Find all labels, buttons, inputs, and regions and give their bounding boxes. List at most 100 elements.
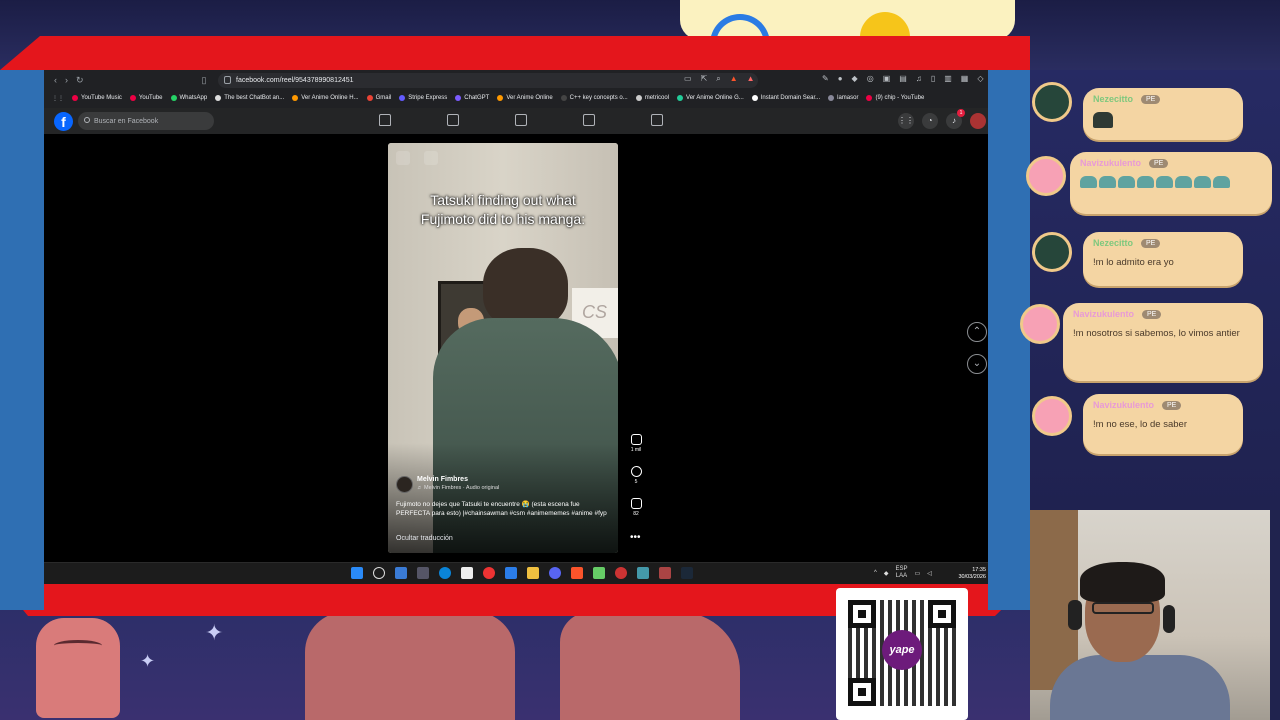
vpn-icon[interactable]: ◇: [977, 74, 983, 83]
emote-icon: [1137, 176, 1154, 188]
zoom-icon[interactable]: ⌕: [716, 74, 720, 84]
brave-rewards-icon[interactable]: ▲: [747, 74, 755, 84]
user-avatar-cat: [1032, 232, 1072, 272]
bookmark-item[interactable]: YouTube Music: [72, 95, 122, 101]
pen-extension-icon[interactable]: ✎: [822, 74, 829, 83]
bookmark-item[interactable]: C++ key concepts o...: [560, 95, 628, 101]
bookmark-item[interactable]: WhatsApp: [170, 95, 207, 101]
like-button[interactable]: 1 mil: [626, 434, 646, 466]
comment-button[interactable]: 5: [626, 466, 646, 498]
steam-icon[interactable]: [681, 567, 693, 579]
marketplace-icon[interactable]: [515, 114, 527, 126]
cast-icon[interactable]: ▭: [684, 74, 692, 84]
brave-shields-icon[interactable]: ▲: [730, 74, 738, 84]
search-icon[interactable]: [373, 567, 385, 579]
notepad-icon[interactable]: [461, 567, 473, 579]
volume-icon[interactable]: ◁: [927, 570, 932, 577]
extension-icon[interactable]: ◆: [852, 74, 858, 83]
anime-site-icon: [497, 95, 504, 101]
reel-video[interactable]: CS Tatsuki finding out what Fujimoto did…: [388, 143, 618, 553]
task-view-icon[interactable]: [417, 567, 429, 579]
extension-icon[interactable]: ◎: [867, 74, 874, 83]
app-tray-icon[interactable]: ◆: [884, 570, 889, 577]
megaphone-icon[interactable]: [583, 114, 595, 126]
reload-icon[interactable]: ↻: [76, 75, 84, 86]
flag-icon[interactable]: [447, 114, 459, 126]
bookmark-item[interactable]: Stripe Express: [399, 95, 447, 101]
domain-search-icon: [751, 95, 758, 101]
app-icon[interactable]: [615, 567, 627, 579]
pause-icon[interactable]: [396, 151, 410, 165]
chatgpt-icon: [455, 95, 462, 101]
bookmark-item[interactable]: Ver Anime Online: [497, 95, 553, 101]
bookmark-item[interactable]: The best ChatBot an...: [215, 95, 284, 101]
taskbar-clock[interactable]: 17:35 30/03/2026: [952, 567, 986, 581]
share-icon[interactable]: ⇱: [701, 74, 708, 84]
bookmark-star-icon[interactable]: ▯: [202, 75, 207, 86]
next-reel-button[interactable]: ⌄: [967, 354, 987, 374]
puzzle-icon[interactable]: ▦: [961, 74, 969, 83]
bookmark-item[interactable]: Ver Anime Online H...: [292, 95, 359, 101]
home-icon[interactable]: [379, 114, 391, 126]
network-icon[interactable]: ▭: [914, 570, 920, 577]
app-icon[interactable]: [659, 567, 671, 579]
bookmark-item[interactable]: Instant Domain Sear...: [751, 95, 820, 101]
forward-icon[interactable]: ›: [65, 75, 68, 85]
facebook-logo[interactable]: f: [54, 112, 73, 131]
vscode-icon[interactable]: [505, 567, 517, 579]
bookmark-item[interactable]: Ver Anime Online G...: [677, 95, 744, 101]
author-avatar[interactable]: [396, 476, 413, 493]
stream-chat: Nezecitto PE Navizukulento PE Nezecitto PE …: [1020, 70, 1280, 510]
bookmark-item[interactable]: ChatGPT: [455, 95, 489, 101]
site-info-icon[interactable]: [224, 76, 231, 84]
emote-icon: [1175, 176, 1192, 188]
previous-reel-button[interactable]: ⌃: [967, 322, 987, 342]
author-name[interactable]: Melvin Fimbres: [417, 476, 499, 483]
volume-icon[interactable]: [424, 151, 438, 165]
share-button[interactable]: 82: [626, 498, 646, 530]
chat-message: Navizukulento PE: [1070, 152, 1272, 214]
windows-start-icon[interactable]: [351, 567, 363, 579]
opera-icon[interactable]: [483, 567, 495, 579]
browser-chrome: ‹ › ↻ ▯ facebook.com/reel/95437899081245…: [44, 70, 988, 108]
extension-icon[interactable]: ▤: [899, 74, 907, 83]
app-icon[interactable]: [637, 567, 649, 579]
reel-author[interactable]: Melvin Fimbres ♬ Melvin Fimbres · Audio …: [396, 476, 499, 493]
bookmark-item[interactable]: Gmail: [366, 95, 391, 101]
media-icon[interactable]: ♫: [916, 74, 922, 83]
apps-grid-icon[interactable]: ⋮⋮: [52, 95, 64, 102]
app-icon[interactable]: [593, 567, 605, 579]
sidebar-icon[interactable]: ▥: [944, 74, 952, 83]
audio-label[interactable]: ♬ Melvin Fimbres · Audio original: [417, 485, 499, 491]
chatbot-icon: [215, 95, 222, 101]
stream-frame-top: [0, 36, 1030, 70]
reading-list-icon[interactable]: ▯: [931, 74, 935, 83]
discord-icon[interactable]: [549, 567, 561, 579]
hide-translation-link[interactable]: Ocultar traducción: [396, 535, 453, 542]
file-explorer-icon[interactable]: [527, 567, 539, 579]
search-placeholder: Buscar en Facebook: [94, 117, 159, 125]
stream-frame-left: [0, 70, 44, 610]
youtube-music-icon: [72, 95, 78, 101]
more-options-button[interactable]: •••: [630, 532, 641, 543]
widgets-icon[interactable]: [395, 567, 407, 579]
profile-avatar[interactable]: [970, 113, 986, 129]
bookmark-item[interactable]: (9) chip - YouTube: [866, 95, 924, 101]
brave-icon[interactable]: [571, 567, 583, 579]
messenger-icon[interactable]: ◔: [922, 113, 938, 129]
gaming-icon[interactable]: [651, 114, 663, 126]
facebook-search-input[interactable]: Buscar en Facebook: [78, 112, 214, 130]
bookmark-item[interactable]: YouTube: [129, 95, 163, 101]
edge-icon[interactable]: [439, 567, 451, 579]
qr-finder: [848, 600, 876, 628]
chevron-up-icon[interactable]: ^: [874, 570, 877, 576]
extension-icon[interactable]: ●: [838, 74, 843, 83]
bookmark-item[interactable]: metricool: [635, 95, 669, 101]
address-bar[interactable]: facebook.com/reel/954378990812451: [218, 73, 758, 88]
extension-icon[interactable]: ▣: [883, 74, 891, 83]
language-indicator[interactable]: ESP LAA: [895, 566, 907, 580]
back-icon[interactable]: ‹: [54, 75, 57, 85]
bookmark-item[interactable]: lamasor: [828, 95, 858, 101]
menu-grid-icon[interactable]: ⋮⋮: [898, 113, 914, 129]
address-bar-actions: ▭ ⇱ ⌕ ▲ ▲: [684, 74, 755, 84]
